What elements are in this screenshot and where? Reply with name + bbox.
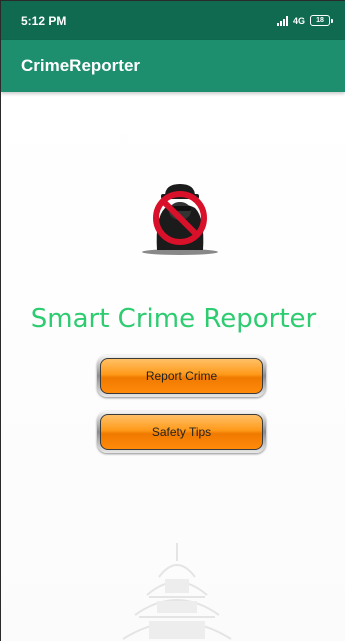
app-headline: Smart Crime Reporter [30, 304, 317, 334]
app-screen: 5:12 PM 4G 18 CrimeReporter Smart Crime … [0, 0, 345, 641]
safety-tips-button[interactable]: Safety Tips [97, 411, 266, 453]
signal-icon [276, 15, 288, 26]
report-crime-button[interactable]: Report Crime [97, 355, 266, 397]
status-time: 5:12 PM [21, 13, 67, 28]
network-type: 4G [292, 15, 305, 26]
app-bar: CrimeReporter [1, 40, 345, 92]
building-watermark [122, 543, 232, 640]
safety-tips-label: Safety Tips [100, 414, 263, 450]
report-crime-label: Report Crime [100, 358, 263, 394]
no-thief-icon [142, 184, 218, 255]
battery-icon: 18 [310, 15, 333, 26]
battery-level: 18 [310, 15, 330, 26]
status-bar: 5:12 PM 4G 18 [1, 1, 345, 40]
app-title: CrimeReporter [21, 56, 141, 75]
status-icons: 4G 18 [276, 15, 333, 26]
main-content: Smart Crime Reporter Report Crime Safety… [1, 92, 345, 641]
